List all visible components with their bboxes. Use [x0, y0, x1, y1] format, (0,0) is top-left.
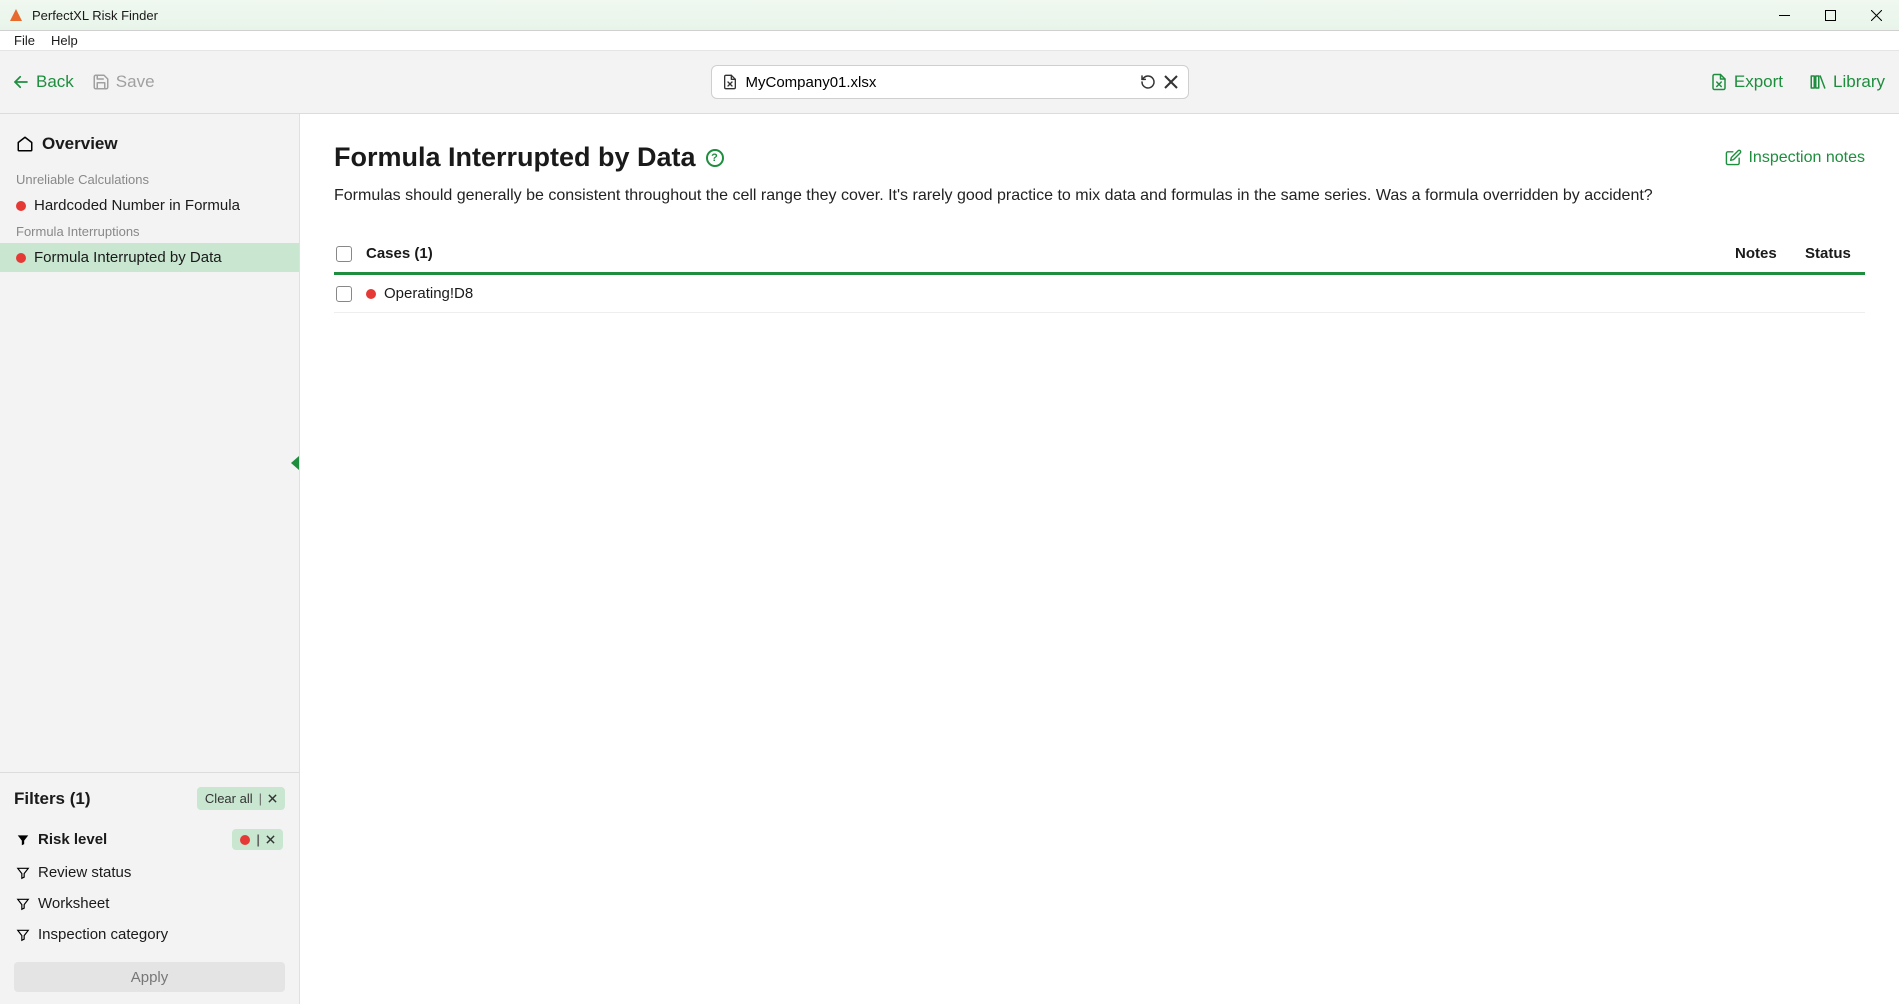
filter-risk-level[interactable]: Risk level |	[14, 822, 285, 857]
toolbar-left: Back Save	[0, 72, 155, 92]
sidebar-item-label: Hardcoded Number in Formula	[34, 197, 240, 214]
sidebar-item-formula-interrupted[interactable]: Formula Interrupted by Data	[0, 243, 299, 272]
window-title: PerfectXL Risk Finder	[32, 8, 1761, 23]
separator: |	[259, 791, 262, 806]
export-label: Export	[1734, 72, 1783, 92]
app-icon	[8, 7, 24, 23]
sidebar-group-label: Unreliable Calculations	[0, 168, 299, 191]
arrow-left-icon	[12, 73, 30, 91]
funnel-icon	[16, 928, 30, 942]
main-content: Formula Interrupted by Data ? Inspection…	[300, 114, 1899, 1004]
separator: |	[256, 832, 260, 847]
maximize-button[interactable]	[1807, 0, 1853, 31]
funnel-icon	[16, 866, 30, 880]
filters-panel: Filters (1) Clear all | Risk level | Re	[0, 772, 299, 1004]
library-icon	[1809, 73, 1827, 91]
filter-inspection-category[interactable]: Inspection category	[14, 919, 285, 950]
sidebar-collapse-handle[interactable]	[288, 454, 302, 472]
clear-all-label: Clear all	[205, 791, 253, 806]
overview-label: Overview	[42, 134, 118, 154]
select-all-checkbox[interactable]	[336, 246, 352, 262]
filters-header: Filters (1) Clear all |	[14, 787, 285, 810]
home-icon	[16, 135, 34, 153]
red-dot-icon	[16, 253, 26, 263]
risk-level-chip[interactable]: |	[232, 829, 283, 850]
toolbar-right: Export Library	[1710, 72, 1899, 92]
red-dot-icon	[16, 201, 26, 211]
back-label: Back	[36, 72, 74, 92]
help-icon[interactable]: ?	[706, 149, 724, 167]
save-label: Save	[116, 72, 155, 92]
case-checkbox[interactable]	[336, 286, 352, 302]
filename-box	[711, 65, 1189, 99]
status-column-header: Status	[1805, 245, 1865, 262]
close-button[interactable]	[1853, 0, 1899, 31]
page-description: Formulas should generally be consistent …	[334, 187, 1865, 205]
case-name: Operating!D8	[384, 285, 1735, 302]
undo-icon	[1140, 74, 1156, 90]
save-icon	[92, 73, 110, 91]
filter-worksheet[interactable]: Worksheet	[14, 888, 285, 919]
page-title: Formula Interrupted by Data	[334, 142, 696, 173]
sidebar-item-hardcoded-number[interactable]: Hardcoded Number in Formula	[0, 191, 299, 220]
main-header: Formula Interrupted by Data ? Inspection…	[334, 142, 1865, 173]
save-button[interactable]: Save	[92, 72, 155, 92]
library-label: Library	[1833, 72, 1885, 92]
red-dot-icon	[240, 835, 250, 845]
overview-link[interactable]: Overview	[0, 128, 299, 168]
filter-review-status[interactable]: Review status	[14, 857, 285, 888]
sidebar: Overview Unreliable Calculations Hardcod…	[0, 114, 300, 1004]
filters-title: Filters (1)	[14, 789, 91, 809]
close-icon	[268, 794, 277, 803]
sidebar-item-label: Formula Interrupted by Data	[34, 249, 222, 266]
red-dot-icon	[366, 289, 376, 299]
filename-input[interactable]	[746, 74, 1132, 91]
library-button[interactable]: Library	[1809, 72, 1885, 92]
toolbar: Back Save Export Library	[0, 51, 1899, 114]
clear-filename-button[interactable]	[1164, 75, 1178, 89]
clear-all-button[interactable]: Clear all |	[197, 787, 285, 810]
filter-label: Risk level	[38, 831, 107, 848]
close-icon	[266, 835, 275, 844]
edit-icon	[1725, 149, 1742, 166]
undo-button[interactable]	[1140, 74, 1156, 90]
funnel-icon	[16, 897, 30, 911]
funnel-filled-icon	[16, 833, 30, 847]
close-icon	[1164, 75, 1178, 89]
back-button[interactable]: Back	[12, 72, 74, 92]
notes-column-header: Notes	[1735, 245, 1805, 262]
export-icon	[1710, 73, 1728, 91]
chevron-left-icon	[288, 454, 302, 472]
menubar: File Help	[0, 31, 1899, 51]
apply-button[interactable]: Apply	[14, 962, 285, 992]
menu-help[interactable]: Help	[43, 31, 86, 50]
filter-label: Review status	[38, 864, 131, 881]
minimize-button[interactable]	[1761, 0, 1807, 31]
sidebar-group-label: Formula Interruptions	[0, 220, 299, 243]
sidebar-top: Overview Unreliable Calculations Hardcod…	[0, 114, 299, 772]
inspection-notes-label: Inspection notes	[1748, 149, 1865, 167]
content: Overview Unreliable Calculations Hardcod…	[0, 114, 1899, 1004]
window-controls	[1761, 0, 1899, 31]
excel-file-icon	[722, 74, 738, 90]
menu-file[interactable]: File	[6, 31, 43, 50]
export-button[interactable]: Export	[1710, 72, 1783, 92]
case-row[interactable]: Operating!D8	[334, 275, 1865, 313]
inspection-notes-button[interactable]: Inspection notes	[1725, 149, 1865, 167]
titlebar: PerfectXL Risk Finder	[0, 0, 1899, 31]
filter-label: Inspection category	[38, 926, 168, 943]
filter-label: Worksheet	[38, 895, 109, 912]
cases-column-header: Cases (1)	[366, 245, 1735, 262]
cases-table-header: Cases (1) Notes Status	[334, 235, 1865, 275]
toolbar-center	[711, 65, 1189, 99]
